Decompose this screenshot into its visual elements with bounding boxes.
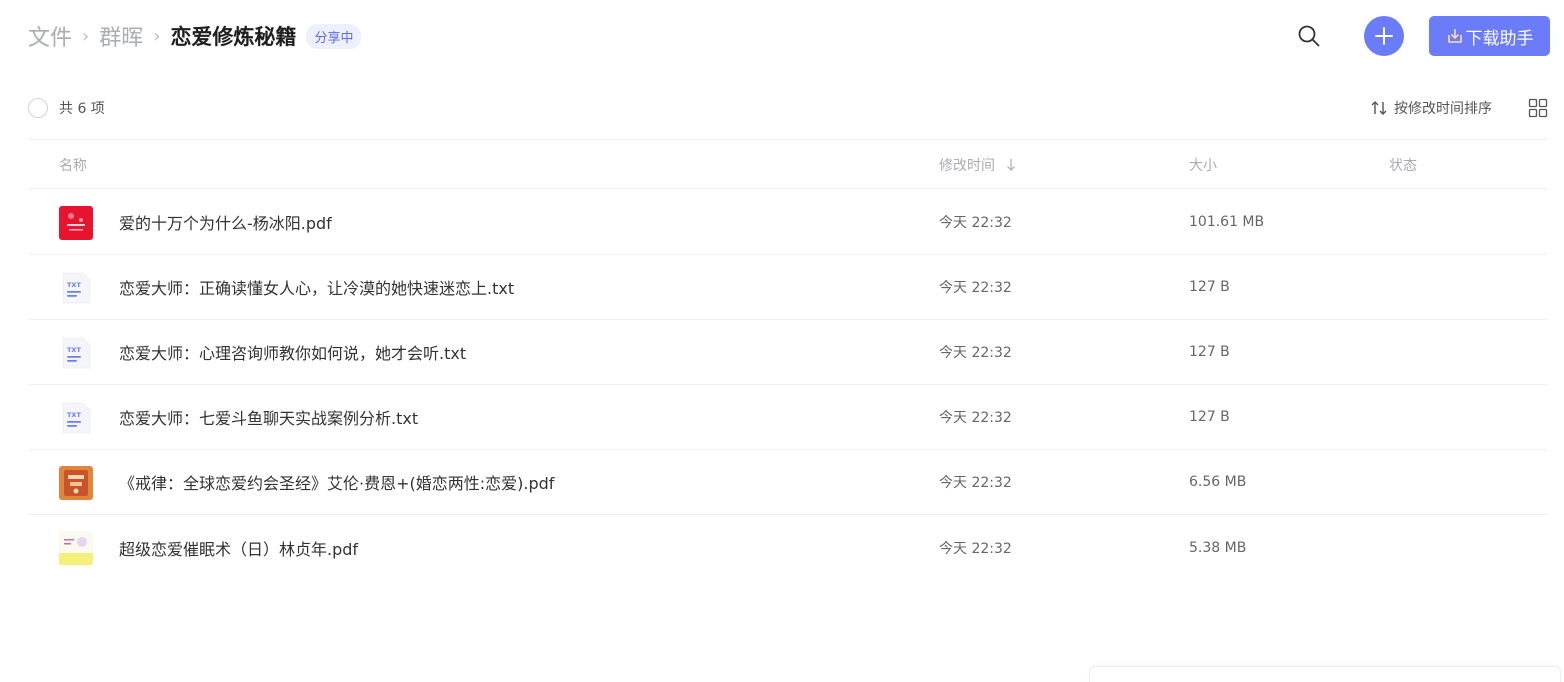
grid-view-icon [1528, 98, 1548, 118]
txt-file-icon: TXT [62, 402, 91, 434]
file-size: 127 B [1189, 409, 1230, 425]
pdf-cover-icon [59, 531, 93, 565]
file-modified: 今天 22:32 [939, 215, 1012, 231]
item-count: 共 6 项 [59, 101, 105, 117]
file-list: 爱的十万个为什么-杨冰阳.pdf 今天 22:32 101.61 MB TXT … [28, 190, 1548, 580]
column-header-name[interactable]: 名称 [59, 155, 87, 175]
file-name[interactable]: 恋爱大师：正确读懂女人心，让冷漠的她快速迷恋上.txt [119, 275, 514, 299]
breadcrumb-item-synology[interactable]: 群晖 [99, 20, 143, 52]
txt-file-icon: TXT [62, 337, 91, 369]
file-modified: 今天 22:32 [939, 475, 1012, 491]
file-name[interactable]: 超级恋爱催眠术（日）林贞年.pdf [119, 536, 358, 560]
file-modified: 今天 22:32 [939, 410, 1012, 426]
file-size: 127 B [1189, 344, 1230, 360]
breadcrumb-separator: › [82, 25, 90, 47]
page-title: 恋爱修炼秘籍 [170, 25, 297, 49]
breadcrumb-item-files[interactable]: 文件 [28, 20, 72, 52]
sharing-status-badge: 分享中 [306, 23, 362, 49]
breadcrumb-separator: › [153, 25, 161, 47]
download-assistant-button[interactable]: 下载助手 [1429, 16, 1550, 56]
grid-view-button[interactable] [1528, 98, 1548, 118]
search-button[interactable] [1294, 21, 1324, 51]
arrow-down-icon [1007, 158, 1015, 171]
file-name[interactable]: 《戒律：全球恋爱约会圣经》艾伦·费恩+(婚恋两性:恋爱).pdf [119, 470, 554, 494]
table-row[interactable]: 超级恋爱催眠术（日）林贞年.pdf 今天 22:32 5.38 MB [28, 515, 1548, 580]
download-assistant-label: 下载助手 [1465, 28, 1534, 49]
pdf-cover-icon [59, 466, 93, 500]
header-actions: 下载助手 [1294, 16, 1550, 56]
column-header-size[interactable]: 大小 [1189, 155, 1217, 175]
file-name[interactable]: 恋爱大师：心理咨询师教你如何说，她才会听.txt [119, 340, 466, 364]
download-icon [1446, 27, 1464, 45]
table-row[interactable]: TXT 恋爱大师：七爱斗鱼聊天实战案例分析.txt 今天 22:32 127 B [28, 385, 1548, 450]
file-share-page: 文件 › 群晖 › 恋爱修炼秘籍 分享中 下载助手 共 6 项 按修改时间排序 … [0, 0, 1564, 682]
table-row[interactable]: TXT 恋爱大师：正确读懂女人心，让冷漠的她快速迷恋上.txt 今天 22:32… [28, 255, 1548, 320]
file-name[interactable]: 恋爱大师：七爱斗鱼聊天实战案例分析.txt [119, 405, 418, 429]
toolbar: 共 6 项 按修改时间排序 [28, 92, 1548, 124]
sort-label: 按修改时间排序 [1394, 101, 1492, 117]
header: 文件 › 群晖 › 恋爱修炼秘籍 分享中 下载助手 [28, 14, 1550, 58]
file-size: 5.38 MB [1189, 539, 1247, 556]
file-modified: 今天 22:32 [939, 345, 1012, 361]
toolbar-actions: 按修改时间排序 [1370, 98, 1548, 118]
divider [28, 139, 1548, 140]
sort-button[interactable]: 按修改时间排序 [1370, 98, 1492, 118]
search-icon [1298, 25, 1320, 47]
file-modified: 今天 22:32 [939, 280, 1012, 296]
file-size: 127 B [1189, 279, 1230, 295]
sort-icon [1371, 101, 1387, 115]
svg-text:TXT: TXT [67, 411, 81, 419]
pdf-cover-icon [59, 206, 93, 240]
file-modified: 今天 22:32 [939, 540, 1012, 557]
file-name[interactable]: 爱的十万个为什么-杨冰阳.pdf [119, 210, 332, 234]
table-row[interactable]: 《戒律：全球恋爱约会圣经》艾伦·费恩+(婚恋两性:恋爱).pdf 今天 22:3… [28, 450, 1548, 515]
svg-text:TXT: TXT [67, 346, 81, 354]
column-header-modified-label: 修改时间 [939, 157, 995, 174]
column-header-modified[interactable]: 修改时间 [939, 155, 1017, 175]
table-header: 名称 修改时间 大小 状态 [28, 141, 1548, 189]
table-row[interactable]: TXT 恋爱大师：心理咨询师教你如何说，她才会听.txt 今天 22:32 12… [28, 320, 1548, 385]
txt-file-icon: TXT [62, 272, 91, 304]
column-header-status: 状态 [1389, 157, 1417, 174]
plus-icon [1375, 27, 1393, 45]
file-size: 6.56 MB [1189, 474, 1247, 490]
select-all-checkbox[interactable] [28, 98, 48, 118]
breadcrumb: 文件 › 群晖 › 恋爱修炼秘籍 分享中 [28, 20, 362, 52]
bottom-panel [1089, 666, 1561, 682]
table-row[interactable]: 爱的十万个为什么-杨冰阳.pdf 今天 22:32 101.61 MB [28, 190, 1548, 255]
svg-text:TXT: TXT [67, 281, 81, 289]
add-button[interactable] [1364, 16, 1404, 56]
file-size: 101.61 MB [1189, 214, 1265, 230]
